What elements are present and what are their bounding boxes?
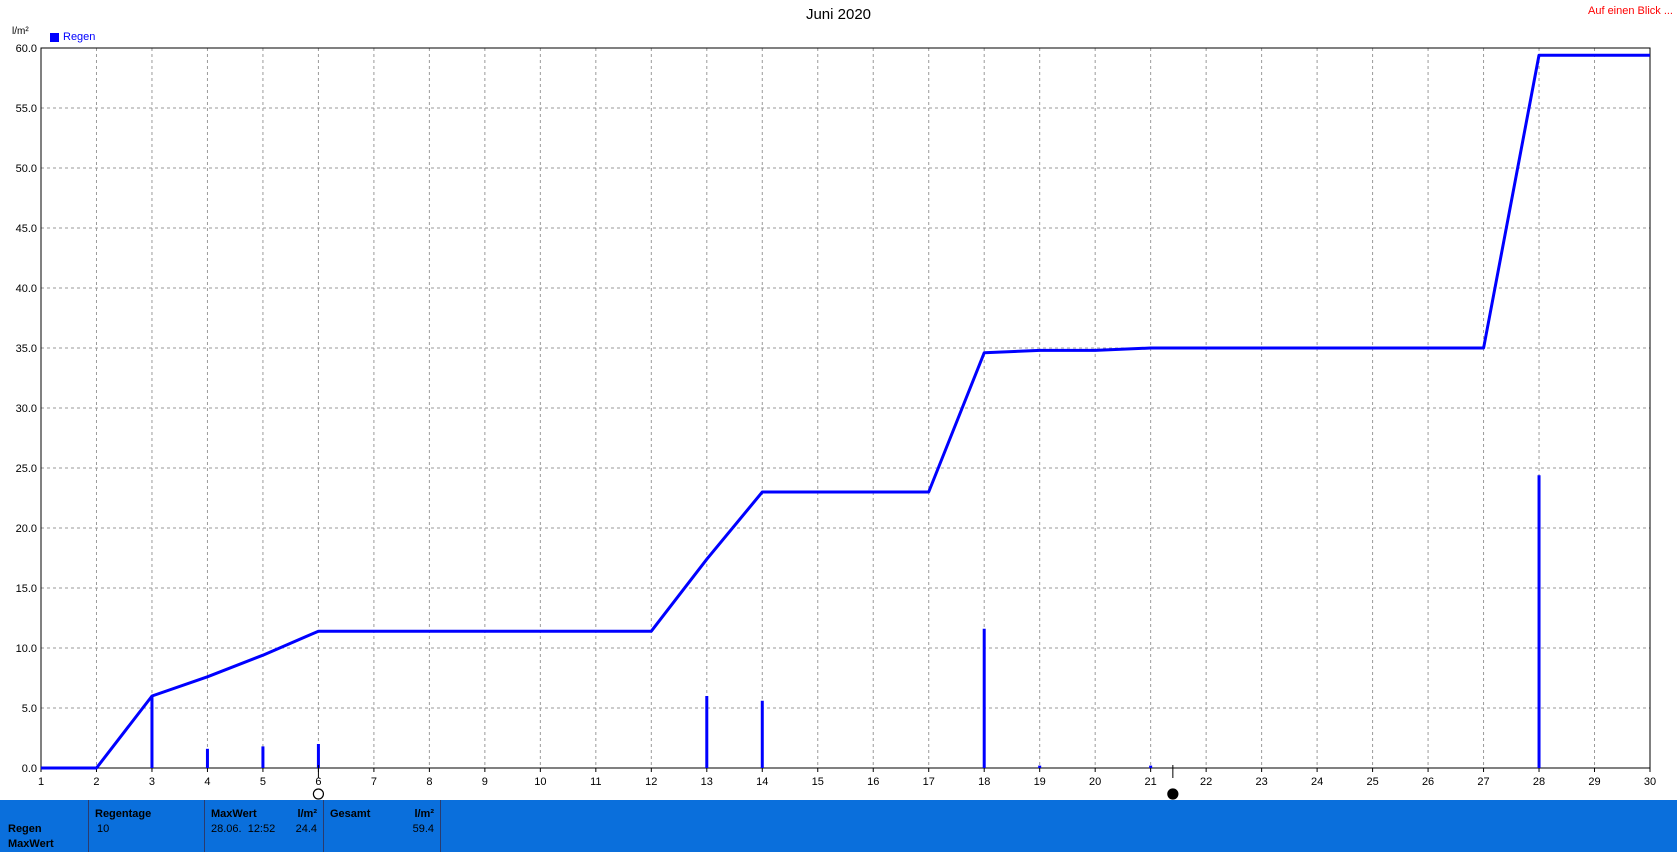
y-tick-label: 30.0 [16, 403, 37, 415]
panel-maxwert: MaxWert l/m² 28.06. 12:52 24.4 [205, 800, 324, 852]
x-tick-label: 2 [93, 776, 99, 788]
y-tick-label: 15.0 [16, 583, 37, 595]
panel-gesamt: Gesamt l/m² 59.4 [324, 800, 441, 852]
panel-row-labels: Regen MaxWert [0, 800, 89, 852]
x-tick-label: 23 [1255, 776, 1267, 788]
maxwert-unit: l/m² [297, 808, 317, 820]
y-tick-label: 25.0 [16, 463, 37, 475]
x-tick-label: 16 [867, 776, 879, 788]
x-tick-label: 21 [1145, 776, 1157, 788]
panel-row-label-maxwert: MaxWert [8, 838, 54, 850]
x-tick-label: 15 [812, 776, 824, 788]
x-tick-label: 28 [1533, 776, 1545, 788]
x-tick-label: 1 [38, 776, 44, 788]
gesamt-unit: l/m² [414, 808, 434, 820]
regentage-value: 10 [97, 823, 110, 835]
x-tick-label: 30 [1644, 776, 1656, 788]
y-tick-label: 45.0 [16, 223, 37, 235]
y-tick-label: 50.0 [16, 163, 37, 175]
x-tick-label: 26 [1422, 776, 1434, 788]
x-tick-label: 17 [923, 776, 935, 788]
x-tick-label: 18 [978, 776, 990, 788]
x-tick-label: 13 [701, 776, 713, 788]
gesamt-value: 59.4 [412, 823, 434, 835]
x-tick-label: 11 [590, 776, 601, 788]
maxwert-label: MaxWert [211, 808, 257, 820]
y-tick-label: 60.0 [16, 43, 37, 55]
y-tick-label: 35.0 [16, 343, 37, 355]
moon-icon [1167, 788, 1179, 800]
y-tick-label: 55.0 [16, 103, 37, 115]
y-tick-label: 10.0 [16, 643, 37, 655]
x-tick-label: 29 [1588, 776, 1600, 788]
y-tick-label: 0.0 [22, 763, 37, 775]
x-tick-label: 27 [1477, 776, 1489, 788]
maxwert-value: 24.4 [295, 823, 317, 835]
x-tick-label: 10 [534, 776, 546, 788]
x-tick-label: 24 [1311, 776, 1323, 788]
y-tick-label: 20.0 [16, 523, 37, 535]
x-tick-label: 14 [756, 776, 768, 788]
x-tick-label: 8 [426, 776, 432, 788]
panel-row-label-regen: Regen [8, 823, 42, 835]
x-tick-label: 20 [1089, 776, 1101, 788]
x-tick-label: 12 [645, 776, 657, 788]
sun-icon [312, 788, 325, 800]
x-tick-label: 4 [204, 776, 210, 788]
panel-regentage: Regentage 10 [89, 800, 205, 852]
y-tick-label: 40.0 [16, 283, 37, 295]
x-tick-label: 25 [1366, 776, 1378, 788]
rain-chart: 0.0 5.0 10.0 15.0 20.0 25.0 30.0 35.0 40.0 45.0 50… [16, 43, 1656, 800]
x-tick-label: 19 [1034, 776, 1046, 788]
x-tick-label: 5 [260, 776, 266, 788]
rain-cumulative-line [41, 53, 1650, 770]
x-tick-label: 22 [1200, 776, 1212, 788]
x-tick-label: 9 [482, 776, 488, 788]
x-tick-label: 7 [371, 776, 377, 788]
x-tick-label: 3 [149, 776, 155, 788]
info-panel: Regen MaxWert Regentage 10 MaxWert l/m² … [0, 800, 1677, 852]
regentage-label: Regentage [95, 808, 152, 820]
y-tick-label: 5.0 [22, 703, 37, 715]
gesamt-label: Gesamt [330, 808, 371, 820]
maxwert-date: 28.06. 12:52 [211, 823, 276, 835]
